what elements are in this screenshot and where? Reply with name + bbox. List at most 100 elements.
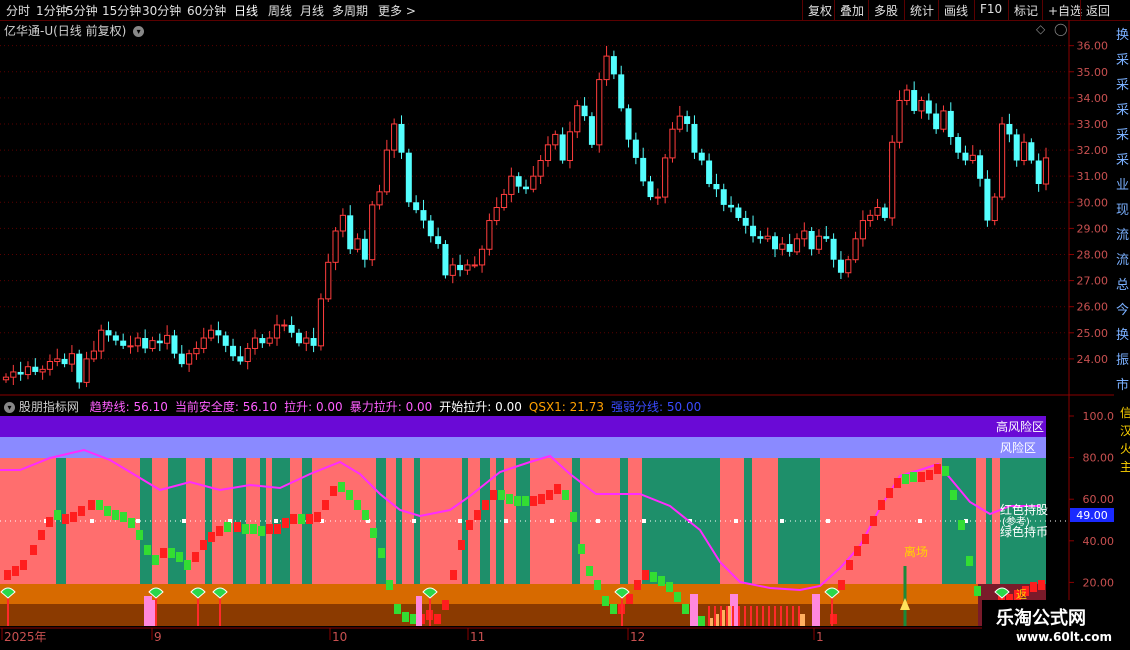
fall-step bbox=[410, 614, 417, 624]
indicator-value-number: 21.73 bbox=[565, 400, 605, 414]
candle-body-down bbox=[215, 330, 222, 336]
rise-step bbox=[854, 546, 861, 556]
price-tick-label: 35.00 bbox=[1077, 66, 1109, 79]
candle-body-down bbox=[435, 236, 442, 245]
price-tick-label: 24.00 bbox=[1077, 353, 1109, 366]
rise-step bbox=[290, 514, 297, 524]
top-toolbar: 分时 1分钟 5分钟 15分钟 30分钟 60分钟 日线 周线 月线 多周期 更多 > 复权 叠加 多股统… bbox=[0, 0, 1130, 21]
quote-field-label: 换 bbox=[1116, 28, 1130, 43]
fall-step bbox=[128, 518, 135, 528]
candle-body-up bbox=[596, 79, 603, 146]
toolbar-button-6[interactable]: 标记 bbox=[1014, 2, 1038, 19]
chart-area[interactable]: 36.00 35.00 34.00 33.00 32.00 31.00 30.00 29.00… bbox=[0, 20, 1130, 650]
rise-step bbox=[1038, 580, 1045, 590]
rise-step bbox=[894, 478, 901, 488]
quote-field-label: 采 bbox=[1116, 153, 1130, 168]
price-tick-label: 36.00 bbox=[1077, 40, 1109, 53]
toolbar-button-8[interactable]: 返回 bbox=[1086, 2, 1110, 19]
fall-step bbox=[378, 548, 385, 558]
indicator-side-label: 信 bbox=[1120, 406, 1130, 420]
expand-icon[interactable]: ◇ bbox=[1036, 22, 1045, 36]
candle-body-down bbox=[156, 340, 163, 344]
rise-step bbox=[538, 494, 545, 504]
toolbar-button-1[interactable]: 叠加 bbox=[840, 2, 864, 19]
rise-step bbox=[266, 524, 273, 534]
period-tab-9[interactable]: 多周期 bbox=[332, 2, 368, 19]
toolbar-button-2[interactable]: 多股 bbox=[874, 2, 898, 19]
toolbar-separator bbox=[802, 0, 803, 20]
fall-step bbox=[120, 512, 127, 522]
period-tab-10[interactable]: 更多 > bbox=[378, 2, 416, 19]
candle-body-down bbox=[977, 155, 984, 179]
toolbar-separator bbox=[904, 0, 905, 20]
candle-body-up bbox=[896, 99, 903, 143]
period-tab-1[interactable]: 1分钟 bbox=[36, 2, 68, 19]
indicator-value-label: 开始拉升: bbox=[439, 400, 492, 414]
indicator-value-6: 强弱分线: 50.00 bbox=[611, 400, 701, 414]
quote-field-label: 业 bbox=[1116, 178, 1130, 193]
toolbar-button-7[interactable]: +自选 bbox=[1048, 2, 1082, 19]
candlestick-series bbox=[2, 45, 1050, 389]
indicator-menu-icon[interactable]: ▾ bbox=[4, 402, 15, 413]
candle-body-down bbox=[61, 358, 68, 365]
fall-step bbox=[578, 544, 585, 554]
indicator-tick-label: 100.0 bbox=[1083, 410, 1115, 423]
period-tab-8[interactable]: 月线 bbox=[300, 2, 324, 19]
rise-step bbox=[70, 512, 77, 522]
period-tab-7[interactable]: 周线 bbox=[268, 2, 292, 19]
buy-zone-bar bbox=[744, 606, 746, 626]
period-tab-4[interactable]: 30分钟 bbox=[142, 2, 181, 19]
candle-body-down bbox=[735, 207, 742, 218]
safe-zone-green bbox=[620, 458, 628, 584]
candle-body-down bbox=[120, 340, 127, 346]
fall-step bbox=[176, 552, 183, 562]
current-value-text: 49.00 bbox=[1076, 509, 1108, 522]
indicator-value-label: 暴力拉升: bbox=[349, 400, 402, 414]
candle-body-up bbox=[332, 230, 339, 263]
watermark: 乐淘公式网 www.60lt.com bbox=[982, 600, 1130, 650]
rise-step bbox=[862, 534, 869, 544]
candle-body-up bbox=[815, 235, 823, 250]
indicator-side-label: 火 bbox=[1120, 442, 1130, 456]
period-tab-2[interactable]: 5分钟 bbox=[66, 2, 98, 19]
period-tab-0[interactable]: 分时 bbox=[6, 2, 30, 19]
rise-step bbox=[330, 486, 337, 496]
fall-step bbox=[562, 490, 569, 500]
rise-step bbox=[546, 490, 553, 500]
candle-body-down bbox=[984, 178, 991, 221]
rise-step bbox=[12, 566, 19, 576]
indicator-name: 股朋指标网 bbox=[18, 400, 79, 414]
candle-body-up bbox=[889, 141, 896, 219]
fall-step bbox=[370, 528, 377, 538]
candle-body-up bbox=[273, 324, 281, 339]
price-tick-label: 27.00 bbox=[1077, 275, 1109, 288]
toolbar-button-3[interactable]: 统计 bbox=[910, 2, 934, 19]
toolbar-button-4[interactable]: 画线 bbox=[944, 2, 968, 19]
green-hold-label: 绿色持币 bbox=[1000, 524, 1048, 539]
candle-body-up bbox=[266, 337, 273, 344]
candle-body-down bbox=[610, 56, 617, 75]
candle-body-down bbox=[742, 217, 749, 226]
price-tick-label: 26.00 bbox=[1077, 301, 1109, 314]
rise-step bbox=[474, 510, 481, 520]
date-label: 1 bbox=[816, 630, 824, 644]
quote-field-label: 采 bbox=[1116, 53, 1130, 68]
toolbar-button-5[interactable]: F10 bbox=[980, 2, 1002, 16]
quote-field-label: 流 bbox=[1116, 253, 1130, 268]
candle-body-down bbox=[830, 238, 837, 260]
candle-body-up bbox=[39, 368, 46, 373]
fall-step bbox=[570, 512, 577, 522]
buy-zone-bar bbox=[762, 606, 764, 626]
fall-step bbox=[586, 566, 593, 576]
toolbar-separator bbox=[1080, 0, 1081, 20]
fall-step bbox=[966, 556, 973, 566]
collapse-icon[interactable]: ◯ bbox=[1054, 22, 1067, 36]
quote-field-label: 现 bbox=[1116, 203, 1130, 218]
period-tab-6[interactable]: 日线 bbox=[234, 2, 258, 19]
period-tab-3[interactable]: 15分钟 bbox=[102, 2, 141, 19]
candle-body-up bbox=[376, 191, 383, 206]
toolbar-button-0[interactable]: 复权 bbox=[808, 2, 832, 19]
period-tab-5[interactable]: 60分钟 bbox=[187, 2, 226, 19]
exit-label: 离场 bbox=[904, 544, 928, 559]
chart-menu-icon[interactable]: ▾ bbox=[133, 26, 145, 37]
